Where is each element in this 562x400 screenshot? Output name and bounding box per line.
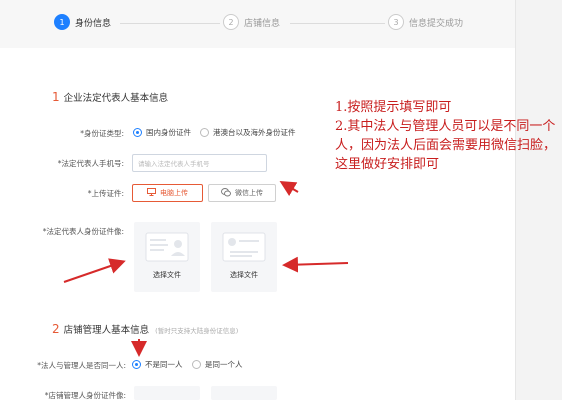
radio-domestic-id-label: 国内身份证件	[146, 128, 191, 137]
pc-upload-label: 电脑上传	[160, 189, 188, 197]
annotation-line-2: 2.其中法人与管理人员可以是不同一个人，因为法人后面会需要用微信扫脸，这里做好安…	[335, 119, 557, 172]
upload-label: *上传证件:	[40, 188, 124, 199]
id-back-upload[interactable]: 选择文件	[211, 222, 277, 292]
id-photo-label: *法定代表人身份证件像:	[30, 226, 124, 237]
step-3: 3 信息提交成功	[388, 14, 463, 30]
radio-overseas-id[interactable]: 港澳台以及海外身份证件	[200, 127, 296, 138]
id-card-back-icon	[222, 232, 266, 262]
step-3-number: 3	[388, 14, 404, 30]
section-2-heading: 店铺管理人基本信息	[63, 325, 150, 336]
section-1-index: 1	[52, 90, 60, 104]
phone-placeholder: 请输入法定代表人手机号	[138, 160, 210, 168]
phone-label-text: *法定代表人手机号:	[57, 159, 124, 168]
id-card-front-icon	[145, 232, 189, 262]
step-3-label: 信息提交成功	[409, 18, 464, 29]
right-margin	[515, 0, 562, 400]
section-1-title: 1 企业法定代表人基本信息	[52, 90, 168, 104]
annotation-text: 1.按照提示填写即可 2.其中法人与管理人员可以是不同一个人，因为法人后面会需要…	[335, 98, 560, 174]
wechat-upload-button[interactable]: 微信上传	[208, 184, 276, 202]
radio-dot	[132, 360, 141, 369]
radio-same-label: 是同一个人	[205, 360, 243, 369]
radio-not-same-label: 不是同一人	[145, 360, 183, 369]
same-person-label: *法人与管理人是否同一人:	[20, 360, 126, 371]
phone-label: *法定代表人手机号:	[30, 158, 124, 169]
upload-label-text: *上传证件:	[87, 189, 124, 198]
section-2-title: 2 店铺管理人基本信息 (暂时只支持大陆身份证信息)	[52, 322, 238, 336]
manager-id-label-text: *店铺管理人身份证件像:	[44, 391, 126, 400]
id-type-label: *身份证类型:	[40, 128, 124, 139]
step-connector-1	[120, 23, 220, 24]
radio-dot	[200, 128, 209, 137]
section-2-index: 2	[52, 322, 60, 336]
choose-file-front: 选择文件	[153, 271, 181, 279]
annotation-line-1: 1.按照提示填写即可	[335, 100, 452, 115]
step-2: 2 店铺信息	[223, 14, 280, 30]
id-photo-label-text: *法定代表人身份证件像:	[42, 227, 124, 236]
choose-file-back: 选择文件	[230, 271, 258, 279]
step-1: 1 身份信息	[54, 14, 111, 30]
id-front-upload[interactable]: 选择文件	[134, 222, 200, 292]
step-1-label: 身份信息	[75, 18, 112, 29]
manager-id-back-upload[interactable]	[211, 386, 277, 400]
id-type-label-text: *身份证类型:	[80, 129, 124, 138]
radio-same[interactable]: 是同一个人	[192, 359, 243, 370]
pc-upload-button[interactable]: 电脑上传	[132, 184, 203, 202]
radio-dot	[133, 128, 142, 137]
phone-input[interactable]: 请输入法定代表人手机号	[132, 154, 267, 172]
radio-overseas-id-label: 港澳台以及海外身份证件	[213, 128, 296, 137]
wechat-upload-label: 微信上传	[235, 189, 263, 197]
radio-dot	[192, 360, 201, 369]
step-connector-2	[290, 23, 385, 24]
wechat-icon	[221, 187, 231, 199]
step-1-number: 1	[54, 14, 70, 30]
step-2-label: 店铺信息	[244, 18, 281, 29]
manager-id-front-upload[interactable]	[134, 386, 200, 400]
section-1-heading: 企业法定代表人基本信息	[63, 93, 169, 104]
section-2-note: (暂时只支持大陆身份证信息)	[155, 327, 239, 335]
monitor-icon	[147, 188, 156, 198]
manager-id-label: *店铺管理人身份证件像:	[24, 390, 126, 400]
step-2-number: 2	[223, 14, 239, 30]
radio-not-same[interactable]: 不是同一人	[132, 359, 183, 370]
radio-domestic-id[interactable]: 国内身份证件	[133, 127, 191, 138]
same-person-label-text: *法人与管理人是否同一人:	[37, 361, 126, 370]
